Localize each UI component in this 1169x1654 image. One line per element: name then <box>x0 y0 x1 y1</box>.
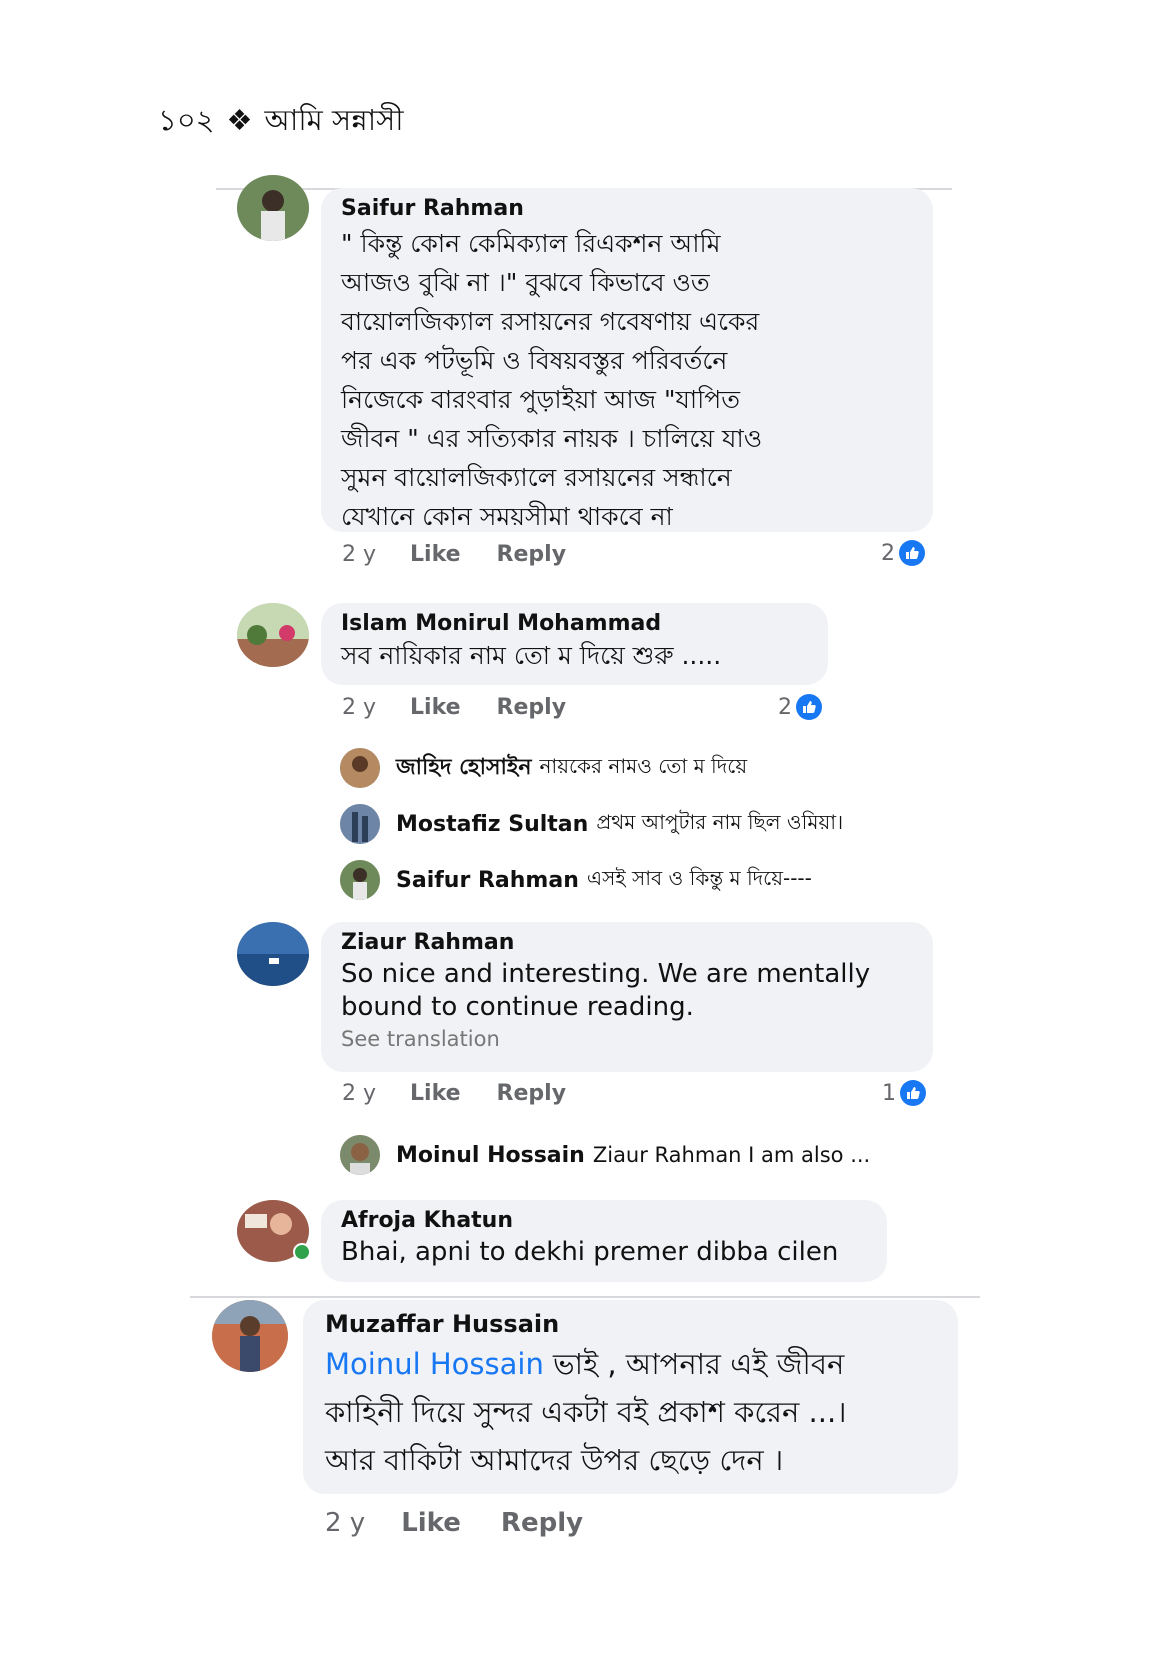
reply-text: Ziaur Rahman I am also ... <box>592 1143 871 1167</box>
avatar-photo-icon <box>212 1300 288 1372</box>
comment-bubble-1: Saifur Rahman " কিন্তু কোন কেমিক্যাল রিএ… <box>321 188 933 532</box>
reply-author[interactable]: Saifur Rahman <box>396 868 579 893</box>
page-header: ১০২ ❖ আমি সন্নাসী <box>158 98 404 147</box>
avatar-islam-monirul-mohammad[interactable] <box>237 603 309 667</box>
comment-text: So nice and interesting. We are mentally… <box>341 958 871 1022</box>
reply-avatar-icon <box>340 860 380 900</box>
like-button[interactable]: Like <box>410 1081 461 1106</box>
avatar-muzaffar-hussain[interactable] <box>212 1300 288 1372</box>
reply-avatar-icon <box>340 1135 380 1175</box>
avatar-photo-icon <box>237 922 309 986</box>
reply-row[interactable]: জাহিদ হোসাইন নায়কের নামও তো ম দিয়ে <box>340 748 747 788</box>
comment-author[interactable]: Afroja Khatun <box>341 1206 867 1236</box>
comment-bubble-3: Ziaur Rahman So nice and interesting. We… <box>321 922 933 1072</box>
comment-actions: 2 y Like Reply <box>325 1508 583 1538</box>
reply-row[interactable]: Moinul Hossain Ziaur Rahman I am also ..… <box>340 1135 870 1175</box>
page-number: ১০২ <box>158 103 215 137</box>
reply-button[interactable]: Reply <box>501 1508 583 1538</box>
reply-text: এসই সাব ও কিন্তু ম দিয়ে---- <box>586 865 812 890</box>
online-status-indicator <box>293 1243 311 1261</box>
thumbs-up-icon <box>899 540 925 566</box>
comment-time: 2 y <box>342 542 377 567</box>
reply-avatar-icon <box>340 748 380 788</box>
reaction-count[interactable]: 1 <box>882 1080 926 1106</box>
see-translation-link[interactable]: See translation <box>341 1024 913 1054</box>
thumbs-up-icon <box>900 1080 926 1106</box>
comment-text: Moinul Hossain ভাই , আপনার এই জীবন কাহিন… <box>325 1347 847 1478</box>
reaction-count[interactable]: 2 <box>881 540 925 566</box>
comment-author[interactable]: Muzaffar Hussain <box>325 1308 936 1340</box>
comment-bubble-4: Afroja Khatun Bhai, apni to dekhi premer… <box>321 1200 887 1282</box>
comment-actions: 2 y Like Reply <box>342 542 566 567</box>
reply-avatar-icon <box>340 804 380 844</box>
comment-text: " কিন্তু কোন কেমিক্যাল রিএকশন আমি আজও বু… <box>341 228 763 531</box>
comment-text: সব নায়িকার নাম তো ম দিয়ে শুরু ..... <box>341 640 722 670</box>
reply-author[interactable]: Mostafiz Sultan <box>396 812 588 837</box>
reply-text: নায়কের নামও তো ম দিয়ে <box>539 753 748 778</box>
comment-time: 2 y <box>342 1081 377 1106</box>
thumbs-up-icon <box>796 694 822 720</box>
book-title: আমি সন্নাসী <box>264 103 404 137</box>
comment-text: Bhai, apni to dekhi premer dibba cilen <box>341 1236 839 1267</box>
avatar-photo-icon <box>237 175 309 241</box>
reply-author[interactable]: জাহিদ হোসাইন <box>396 750 531 787</box>
comment-time: 2 y <box>325 1508 366 1538</box>
comment-actions: 2 y Like Reply <box>342 1081 566 1106</box>
comment-author[interactable]: Saifur Rahman <box>341 194 913 224</box>
reply-button[interactable]: Reply <box>497 695 567 720</box>
reply-row[interactable]: Saifur Rahman এসই সাব ও কিন্তু ম দিয়ে--… <box>340 860 812 900</box>
comment-bubble-2: Islam Monirul Mohammad সব নায়িকার নাম ত… <box>321 603 828 685</box>
comment-actions: 2 y Like Reply <box>342 695 566 720</box>
comment-time: 2 y <box>342 695 377 720</box>
avatar-photo-icon <box>237 603 309 667</box>
like-button[interactable]: Like <box>401 1508 461 1538</box>
bottom-divider <box>190 1296 980 1298</box>
mention-link[interactable]: Moinul Hossain <box>325 1347 544 1381</box>
reply-text: প্রথম আপুটার নাম ছিল ওমিয়া। <box>596 809 844 834</box>
comment-bubble-5: Muzaffar Hussain Moinul Hossain ভাই , আপ… <box>303 1300 958 1494</box>
comment-author[interactable]: Islam Monirul Mohammad <box>341 609 808 639</box>
like-button[interactable]: Like <box>410 542 461 567</box>
reply-row[interactable]: Mostafiz Sultan প্রথম আপুটার নাম ছিল ওমি… <box>340 804 843 844</box>
separator-glyph: ❖ <box>226 103 253 137</box>
avatar-ziaur-rahman[interactable] <box>237 922 309 986</box>
avatar-saifur-rahman[interactable] <box>237 175 309 241</box>
reply-button[interactable]: Reply <box>497 542 567 567</box>
reaction-count[interactable]: 2 <box>778 694 822 720</box>
reply-button[interactable]: Reply <box>497 1081 567 1106</box>
like-button[interactable]: Like <box>410 695 461 720</box>
comment-author[interactable]: Ziaur Rahman <box>341 928 913 958</box>
reply-author[interactable]: Moinul Hossain <box>396 1143 585 1168</box>
